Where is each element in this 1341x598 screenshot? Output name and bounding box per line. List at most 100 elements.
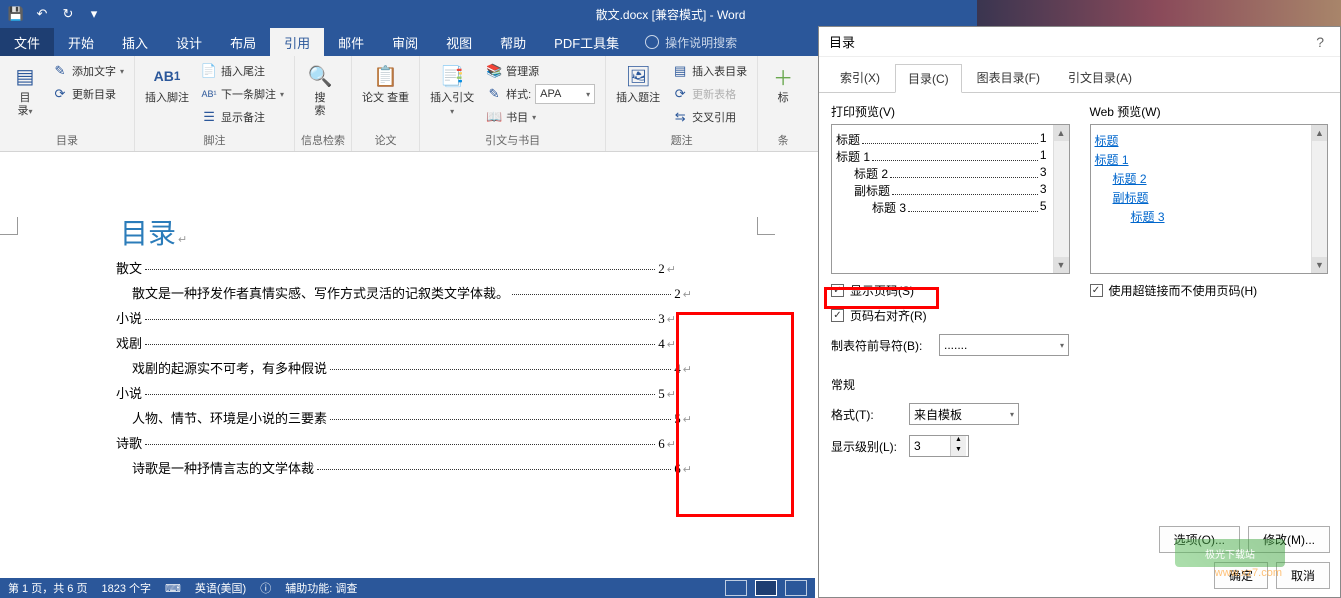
tab-mailings[interactable]: 邮件 — [324, 28, 378, 56]
status-bar: 第 1 页，共 6 页 1823 个字 ⌨ 英语(美国) ⓘ 辅助功能: 调查 — [0, 578, 815, 598]
help-icon[interactable]: ? — [1310, 34, 1330, 50]
tab-design[interactable]: 设计 — [162, 28, 216, 56]
web-preview-link[interactable]: 标题 — [1095, 131, 1306, 150]
dlg-tab-toc[interactable]: 目录(C) — [895, 64, 962, 93]
show-levels-spinner[interactable]: ▲▼ — [909, 435, 969, 457]
spin-down-icon[interactable]: ▼ — [951, 446, 966, 456]
web-preview-link[interactable]: 标题 3 — [1095, 207, 1306, 226]
toc-dialog: 目录 ? 索引(X) 目录(C) 图表目录(F) 引文目录(A) 打印预览(V)… — [818, 26, 1341, 598]
footnote-icon: AB1 — [153, 62, 181, 90]
thesis-check-button[interactable]: 📋 论文 查重 — [358, 60, 413, 130]
group-citations: 📑 插入引文▾ 📚管理源 ✎样式: APA▾ 📖书目 ▾ 引文与书目 — [420, 56, 606, 151]
tab-leader-row: 制表符前导符(B): ....... ▾ — [831, 334, 1070, 356]
add-text-label: 添加文字 — [72, 63, 116, 79]
preview-scrollbar[interactable]: ▲ ▼ — [1311, 125, 1327, 273]
tab-leader-value: ....... — [944, 338, 967, 352]
group-index-label: 条 — [764, 130, 802, 151]
use-hyperlinks-checkbox[interactable]: ✓ 使用超链接而不使用页码(H) — [1090, 282, 1329, 299]
qat-dropdown-icon[interactable]: ▾ — [82, 2, 106, 26]
toc-entry[interactable]: 诗歌是一种抒情言志的文学体裁6↵ — [132, 458, 692, 477]
search-icon: 🔍 — [306, 62, 334, 90]
preview-scrollbar[interactable]: ▲ ▼ — [1053, 125, 1069, 273]
cancel-button[interactable]: 取消 — [1276, 562, 1330, 589]
dialog-title: 目录 — [829, 32, 855, 51]
read-mode-button[interactable] — [725, 580, 747, 596]
tab-home[interactable]: 开始 — [54, 28, 108, 56]
toc-entry[interactable]: 散文是一种抒发作者真情实感、写作方式灵活的记叙类文学体裁。2↵ — [132, 283, 692, 302]
endnote-icon: 📄 — [201, 63, 217, 79]
toc-button[interactable]: ▤ 目录▾ — [6, 60, 44, 130]
update-toc-button[interactable]: ⟳更新目录 — [48, 83, 128, 105]
insert-citation-button[interactable]: 📑 插入引文▾ — [426, 60, 478, 130]
insert-tof-button[interactable]: ▤插入表目录 — [668, 60, 751, 82]
citation-icon: 📑 — [438, 62, 466, 90]
insert-caption-button[interactable]: 🖼 插入题注 — [612, 60, 664, 130]
tab-view[interactable]: 视图 — [432, 28, 486, 56]
status-words[interactable]: 1823 个字 — [101, 580, 151, 596]
tab-pdf[interactable]: PDF工具集 — [540, 28, 633, 56]
tab-insert[interactable]: 插入 — [108, 28, 162, 56]
status-a11y[interactable]: 辅助功能: 调查 — [285, 580, 357, 596]
tab-file[interactable]: 文件 — [0, 28, 54, 56]
tab-leader-combo[interactable]: ....... ▾ — [939, 334, 1069, 356]
undo-icon[interactable]: ↶ — [30, 2, 54, 26]
redo-icon[interactable]: ↻ — [56, 2, 80, 26]
scroll-up-icon[interactable]: ▲ — [1312, 125, 1327, 141]
web-preview-link[interactable]: 标题 2 — [1095, 169, 1306, 188]
document-toc-title: 目录↵ — [120, 212, 800, 252]
insert-endnote-button[interactable]: 📄插入尾注 — [197, 60, 288, 82]
dlg-tab-figures[interactable]: 图表目录(F) — [964, 63, 1053, 92]
tab-layout[interactable]: 布局 — [216, 28, 270, 56]
toc-entry[interactable]: 小说5↵ — [116, 383, 676, 402]
scroll-up-icon[interactable]: ▲ — [1054, 125, 1069, 141]
tab-help[interactable]: 帮助 — [486, 28, 540, 56]
insert-citation-label: 插入引文▾ — [430, 92, 474, 118]
bulb-icon — [645, 35, 659, 49]
web-preview-link[interactable]: 标题 1 — [1095, 150, 1306, 169]
add-text-button[interactable]: ✎添加文字 ▾ — [48, 60, 128, 82]
status-a11y-icon: ⓘ — [260, 580, 271, 596]
print-layout-button[interactable] — [755, 580, 777, 596]
toc-entry[interactable]: 戏剧4↵ — [116, 333, 676, 352]
insert-footnote-button[interactable]: AB1 插入脚注 — [141, 60, 193, 130]
manage-sources-button[interactable]: 📚管理源 — [482, 60, 599, 82]
save-icon[interactable]: 💾 — [4, 2, 28, 26]
document-area[interactable]: 目录↵ 散文2↵ 散文是一种抒发作者真情实感、写作方式灵活的记叙类文学体裁。2↵ 小… — [0, 152, 815, 578]
watermark-logo: 极光下载站 — [1175, 539, 1285, 567]
spin-up-icon[interactable]: ▲ — [951, 436, 966, 446]
show-levels-input[interactable] — [910, 436, 950, 456]
toc-entry[interactable]: 小说3↵ — [116, 308, 676, 327]
scroll-down-icon[interactable]: ▼ — [1312, 257, 1327, 273]
group-captions: 🖼 插入题注 ▤插入表目录 ⟳更新表格 ⇆交叉引用 题注 — [606, 56, 758, 151]
crop-mark-left — [0, 217, 18, 235]
scroll-down-icon[interactable]: ▼ — [1054, 257, 1069, 273]
toc-entry[interactable]: 诗歌6↵ — [116, 433, 676, 452]
tell-me-search[interactable]: 操作说明搜索 — [633, 28, 737, 56]
citation-style-select[interactable]: ✎样式: APA▾ — [482, 83, 599, 105]
toc-entry[interactable]: 散文2↵ — [116, 258, 676, 277]
web-preview-column: Web 预览(W) 标题标题 1标题 2副标题标题 3 ▲ ▼ ✓ 使用超链接而… — [1090, 103, 1329, 457]
toc-entry[interactable]: 戏剧的起源实不可考，有多种假说4↵ — [132, 358, 692, 377]
general-header: 常规 — [831, 376, 1070, 393]
next-footnote-button[interactable]: AB¹下一条脚注 ▾ — [197, 83, 288, 105]
search-button[interactable]: 🔍 搜索 — [301, 60, 339, 130]
web-preview-link[interactable]: 副标题 — [1095, 188, 1306, 207]
show-notes-button[interactable]: ☰显示备注 — [197, 106, 288, 128]
tab-references[interactable]: 引用 — [270, 28, 324, 56]
wallpaper-strip — [977, 0, 1341, 28]
mark-entry-button[interactable]: ＋ 标 — [764, 60, 802, 130]
web-layout-button[interactable] — [785, 580, 807, 596]
tab-review[interactable]: 审阅 — [378, 28, 432, 56]
dlg-tab-authorities[interactable]: 引文目录(A) — [1055, 63, 1145, 92]
right-align-checkbox[interactable]: ✓ 页码右对齐(R) — [831, 307, 1070, 324]
status-page[interactable]: 第 1 页，共 6 页 — [8, 580, 87, 596]
cross-reference-button[interactable]: ⇆交叉引用 — [668, 106, 751, 128]
toc-entry[interactable]: 人物、情节、环境是小说的三要素5↵ — [132, 408, 692, 427]
dlg-tab-index[interactable]: 索引(X) — [827, 63, 893, 92]
format-row: 格式(T): 来自模板 ▾ — [831, 403, 1070, 425]
dialog-tabs: 索引(X) 目录(C) 图表目录(F) 引文目录(A) — [819, 57, 1340, 93]
web-preview-label: Web 预览(W) — [1090, 103, 1329, 120]
format-combo[interactable]: 来自模板 ▾ — [909, 403, 1019, 425]
bibliography-button[interactable]: 📖书目 ▾ — [482, 106, 599, 128]
status-lang[interactable]: 英语(美国) — [195, 580, 246, 596]
